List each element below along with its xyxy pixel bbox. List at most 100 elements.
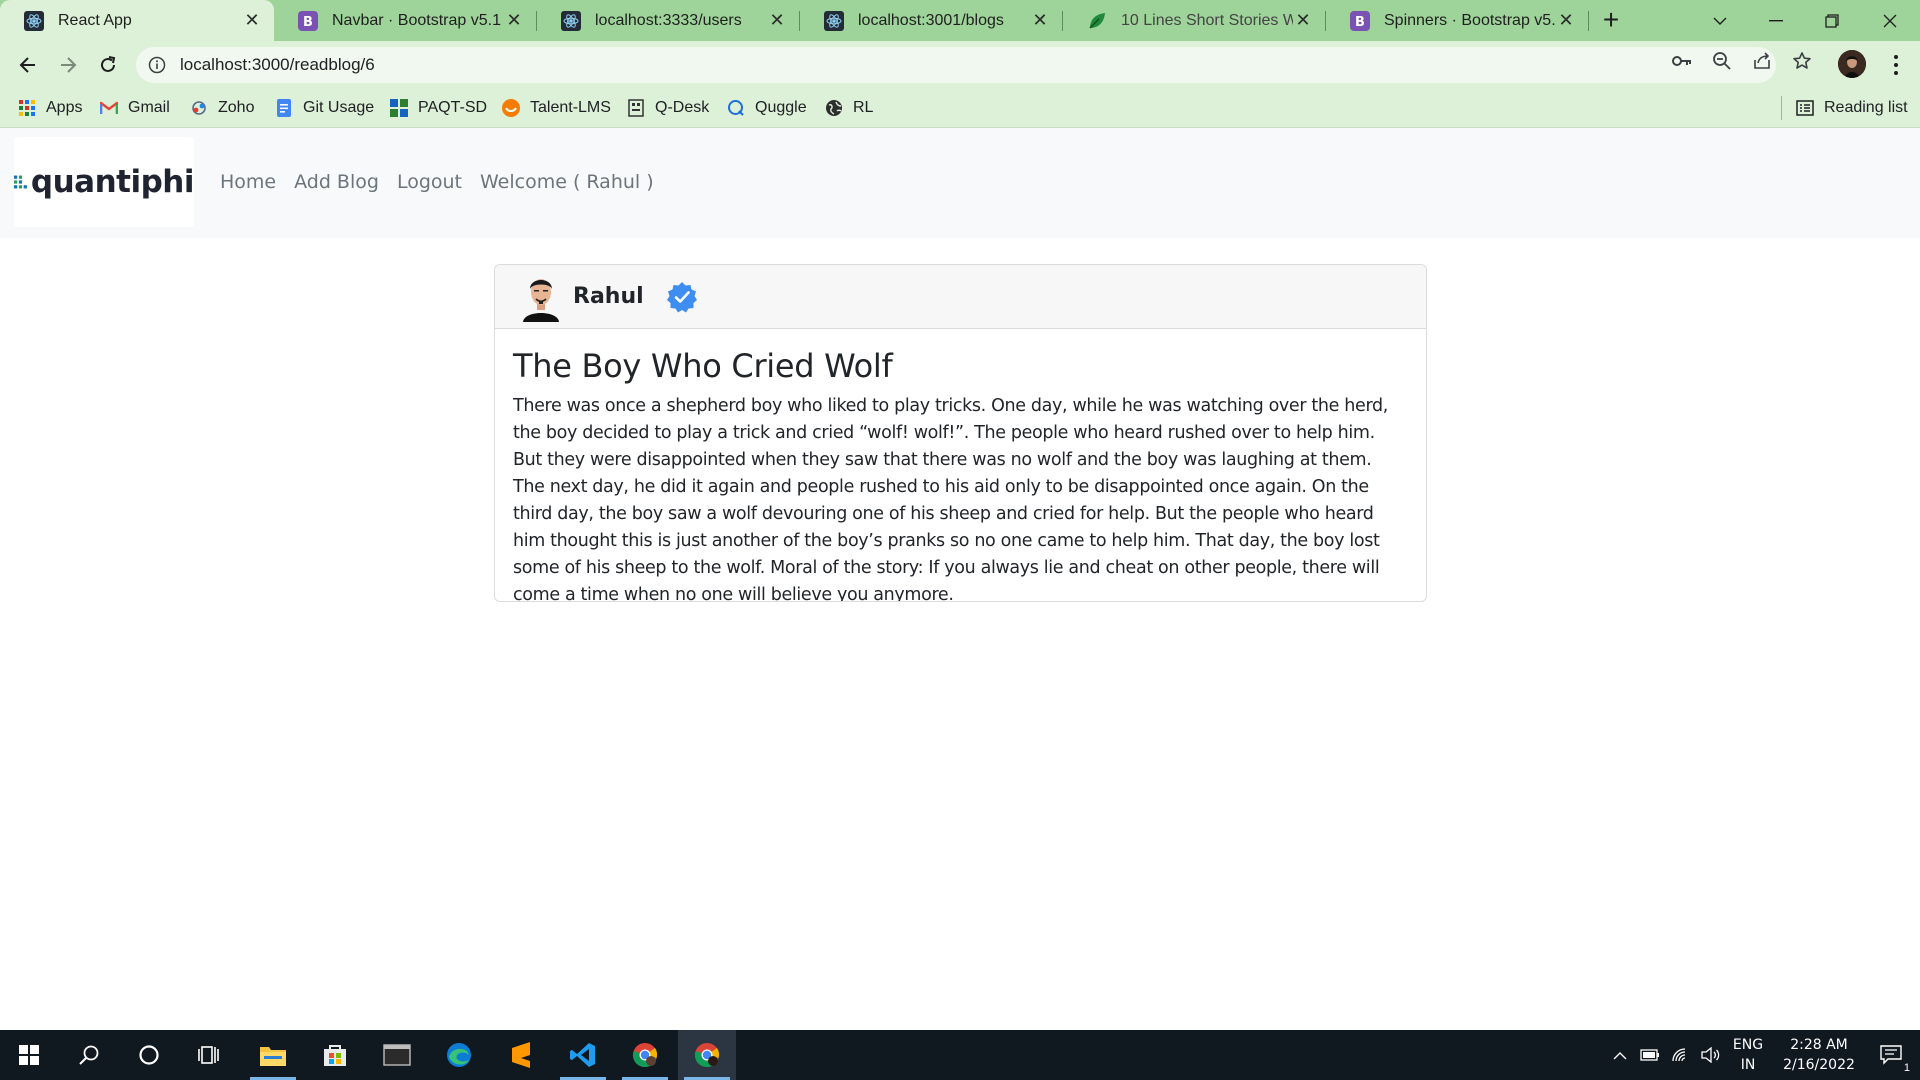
- close-window-button[interactable]: [1862, 0, 1918, 41]
- nav-add-blog-link[interactable]: Add Blog: [285, 162, 388, 202]
- tab-short-stories[interactable]: 10 Lines Short Stories With ✕: [1063, 0, 1325, 41]
- bookmark-label: Quggle: [755, 99, 807, 116]
- bookmark-zoho[interactable]: Zoho: [190, 88, 254, 128]
- author-avatar: [523, 278, 559, 322]
- notifications-button[interactable]: 1: [1866, 1030, 1916, 1080]
- forward-button[interactable]: [52, 49, 84, 81]
- blog-card-header: Rahul: [495, 265, 1426, 329]
- tab-navbar-bootstrap[interactable]: B Navbar · Bootstrap v5.1 ✕: [274, 0, 536, 41]
- reload-button[interactable]: [92, 49, 124, 81]
- taskbar-terminal[interactable]: [368, 1030, 426, 1080]
- sublime-icon: [512, 1042, 530, 1068]
- bookmark-star-icon[interactable]: [1790, 49, 1814, 73]
- tab-search-button[interactable]: [1692, 0, 1748, 41]
- wifi-icon: [1672, 1048, 1686, 1062]
- taskbar-edge[interactable]: [430, 1030, 488, 1080]
- bookmark-label: Zoho: [218, 99, 255, 116]
- taskbar-chrome[interactable]: [616, 1030, 674, 1080]
- minimize-button[interactable]: [1748, 0, 1804, 41]
- taskbar-search-button[interactable]: [60, 1030, 118, 1080]
- cortana-button[interactable]: [120, 1030, 178, 1080]
- bookmark-q-desk[interactable]: Q-Desk: [627, 88, 709, 128]
- apps-grid-icon: [18, 99, 36, 117]
- tab-title: 10 Lines Short Stories With: [1121, 11, 1293, 29]
- chrome-icon: [632, 1043, 657, 1068]
- tab-title: React App: [58, 11, 132, 29]
- close-tab-icon[interactable]: ✕: [1030, 10, 1050, 31]
- restore-icon: [1825, 13, 1839, 28]
- tab-localhost-3333-users[interactable]: localhost:3333/users ✕: [537, 0, 799, 41]
- restore-button[interactable]: [1804, 0, 1860, 41]
- taskbar-store[interactable]: [306, 1030, 364, 1080]
- arrow-right-icon: [61, 57, 77, 73]
- bookmarks-bar: Apps Gmail Zoho Git Usage PAQT-SD Talent…: [0, 88, 1920, 128]
- show-hidden-icons-button[interactable]: [1606, 1030, 1634, 1080]
- info-icon[interactable]: [148, 56, 166, 74]
- tab-title: Spinners · Bootstrap v5.1: [1384, 11, 1556, 29]
- bookmark-label: Apps: [46, 99, 83, 116]
- close-tab-icon[interactable]: ✕: [242, 10, 262, 31]
- search-icon: [79, 1045, 99, 1065]
- tab-localhost-3001-blogs[interactable]: localhost:3001/blogs ✕: [800, 0, 1062, 41]
- taskbar-vscode[interactable]: [554, 1030, 612, 1080]
- close-tab-icon[interactable]: ✕: [1293, 10, 1313, 31]
- reading-list-button[interactable]: Reading list: [1796, 88, 1908, 128]
- bookmark-apps[interactable]: Apps: [18, 88, 82, 128]
- volume-indicator[interactable]: [1696, 1030, 1726, 1080]
- brand-wordmark: quantiphi: [30, 164, 195, 200]
- brand-logo[interactable]: quantiphi: [14, 137, 195, 227]
- bookmark-gmail[interactable]: Gmail: [100, 88, 170, 128]
- bookmark-paqt-sd[interactable]: PAQT-SD: [390, 88, 487, 128]
- docs-icon: [275, 99, 293, 117]
- zoom-icon[interactable]: [1710, 49, 1734, 73]
- gmail-icon: [100, 99, 118, 117]
- bookmark-git-usage[interactable]: Git Usage: [275, 88, 374, 128]
- bookmark-rl[interactable]: RL: [825, 88, 873, 128]
- reload-icon: [101, 56, 116, 72]
- close-tab-icon[interactable]: ✕: [1556, 10, 1576, 31]
- battery-indicator[interactable]: [1636, 1030, 1664, 1080]
- share-icon[interactable]: [1750, 49, 1774, 73]
- blog-card: Rahul The Boy Who Cried Wolf There was o…: [494, 264, 1427, 602]
- bookmark-label: Talent-LMS: [530, 99, 611, 116]
- author-name: Rahul: [573, 284, 644, 309]
- password-key-icon[interactable]: [1670, 49, 1694, 73]
- bookmark-label: Git Usage: [303, 99, 375, 116]
- nav-logout-link[interactable]: Logout: [388, 162, 471, 202]
- globe-icon: [825, 99, 843, 117]
- terminal-icon: [383, 1044, 411, 1066]
- zoho-icon: [190, 99, 208, 117]
- windows-taskbar: ENG IN 2:28 AM 2/16/2022 1: [0, 1030, 1920, 1080]
- new-tab-button[interactable]: +: [1596, 6, 1626, 36]
- bookmark-label: PAQT-SD: [418, 99, 488, 116]
- nav-home-link[interactable]: Home: [220, 162, 285, 202]
- bookmark-quggle[interactable]: Quggle: [727, 88, 807, 128]
- url-text: localhost:3000/readblog/6: [180, 55, 375, 74]
- region-text: IN: [1740, 1057, 1756, 1073]
- tab-title: Navbar · Bootstrap v5.1: [332, 11, 501, 29]
- close-tab-icon[interactable]: ✕: [767, 10, 787, 31]
- bookmark-talent-lms[interactable]: Talent-LMS: [502, 88, 611, 128]
- bootstrap-icon: B: [1350, 10, 1370, 31]
- folder-icon: [260, 1047, 286, 1066]
- tab-react-app[interactable]: React App ✕: [0, 0, 274, 41]
- profile-avatar[interactable]: [1838, 50, 1866, 78]
- tab-spinners-bootstrap[interactable]: B Spinners · Bootstrap v5.1 ✕: [1326, 0, 1588, 41]
- more-menu-icon[interactable]: [1884, 51, 1908, 79]
- input-language-indicator[interactable]: ENG IN: [1728, 1030, 1768, 1080]
- store-icon: [324, 1045, 346, 1066]
- taskbar-chrome-active[interactable]: [678, 1030, 736, 1080]
- blog-title: The Boy Who Cried Wolf: [513, 347, 893, 385]
- cortana-circle-icon: [139, 1045, 159, 1065]
- network-indicator[interactable]: [1666, 1030, 1696, 1080]
- start-button[interactable]: [0, 1030, 58, 1080]
- clock[interactable]: 2:28 AM 2/16/2022: [1772, 1030, 1866, 1080]
- close-tab-icon[interactable]: ✕: [504, 10, 524, 31]
- back-button[interactable]: [12, 49, 44, 81]
- browser-toolbar: localhost:3000/readblog/6: [0, 41, 1920, 88]
- blog-card-body: The Boy Who Cried Wolf There was once a …: [495, 329, 1426, 601]
- address-bar[interactable]: localhost:3000/readblog/6: [136, 47, 1776, 83]
- taskbar-file-explorer[interactable]: [244, 1030, 302, 1080]
- task-view-button[interactable]: [180, 1030, 238, 1080]
- taskbar-sublime[interactable]: [492, 1030, 550, 1080]
